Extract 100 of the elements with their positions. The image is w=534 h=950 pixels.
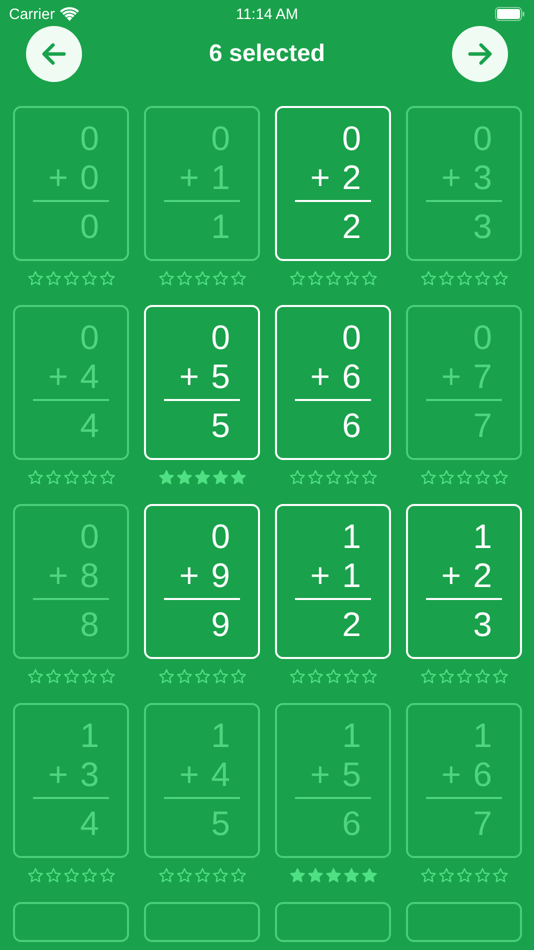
star-icon xyxy=(360,867,378,884)
star-icon xyxy=(62,668,80,685)
star-icon xyxy=(44,270,62,287)
star-icon xyxy=(212,867,228,884)
star-icon xyxy=(176,867,192,884)
star-icon xyxy=(212,270,228,287)
star-icon xyxy=(288,668,306,685)
operator: + xyxy=(310,358,330,397)
answer-number: 3 xyxy=(472,606,493,645)
star-icon xyxy=(324,469,342,486)
carrier-label: Carrier xyxy=(9,6,55,22)
star-icon xyxy=(212,469,228,486)
answer-number: 2 xyxy=(341,606,362,645)
star-icon xyxy=(420,867,436,884)
star-icon xyxy=(306,270,324,287)
top-number: 1 xyxy=(341,518,362,557)
star-icon xyxy=(158,867,174,884)
star-icon xyxy=(44,469,62,486)
star-icon xyxy=(306,668,324,685)
star-icon xyxy=(342,469,360,486)
wifi-icon xyxy=(60,7,79,21)
star-icon xyxy=(158,469,174,486)
star-icon xyxy=(288,270,306,287)
star-icon xyxy=(98,867,116,884)
operator: + xyxy=(48,159,68,198)
operator: + xyxy=(441,756,462,795)
flash-card[interactable]: 1 + 1 2 xyxy=(275,504,391,659)
flash-card[interactable]: 0 + 5 5 xyxy=(144,305,260,460)
star-icon xyxy=(288,867,306,884)
star-icon xyxy=(420,668,436,685)
flash-card[interactable] xyxy=(275,902,391,942)
flash-card[interactable] xyxy=(13,902,129,942)
star-icon xyxy=(194,270,210,287)
star-icon xyxy=(360,668,378,685)
flash-card[interactable] xyxy=(406,902,522,942)
star-icon xyxy=(474,270,490,287)
flash-card[interactable]: 0 + 6 6 xyxy=(275,305,391,460)
star-icon xyxy=(360,270,378,287)
operator: + xyxy=(179,159,200,198)
star-icon xyxy=(456,270,472,287)
star-icon xyxy=(212,668,228,685)
star-icon xyxy=(438,270,454,287)
star-icon xyxy=(230,867,246,884)
star-icon xyxy=(26,668,44,685)
star-icon xyxy=(420,270,436,287)
star-icon xyxy=(176,270,192,287)
flash-card[interactable] xyxy=(144,902,260,942)
star-icon xyxy=(26,469,44,486)
star-icon xyxy=(230,270,246,287)
star-icon xyxy=(44,668,62,685)
battery-icon xyxy=(495,7,525,21)
flash-card[interactable]: 1 + 2 3 xyxy=(406,504,522,659)
star-icon xyxy=(176,668,192,685)
star-icon xyxy=(230,668,246,685)
star-icon xyxy=(492,668,508,685)
operator: + xyxy=(179,756,200,795)
star-icon xyxy=(474,867,490,884)
bottom-number: 6 xyxy=(342,358,361,397)
top-number: 0 xyxy=(341,319,362,358)
star-icon xyxy=(306,469,324,486)
flash-card[interactable]: 0 + 2 2 xyxy=(275,106,391,261)
operator: + xyxy=(441,557,462,596)
status-time: 11:14 AM xyxy=(236,6,298,22)
star-icon xyxy=(360,469,378,486)
star-icon xyxy=(98,668,116,685)
operator: + xyxy=(310,159,330,198)
star-icon xyxy=(438,469,454,486)
star-icon xyxy=(176,469,192,486)
bottom-number: 2 xyxy=(342,159,361,198)
star-icon xyxy=(492,469,508,486)
answer-number: 9 xyxy=(210,606,231,645)
bottom-number: 1 xyxy=(342,557,361,596)
star-icon xyxy=(80,270,98,287)
operator: + xyxy=(179,557,200,596)
star-icon xyxy=(230,469,246,486)
answer-number: 2 xyxy=(341,208,362,247)
star-icon xyxy=(194,867,210,884)
star-icon xyxy=(342,867,360,884)
star-icon xyxy=(474,668,490,685)
star-icon xyxy=(306,867,324,884)
star-icon xyxy=(98,270,116,287)
answer-number: 5 xyxy=(210,407,231,446)
star-icon xyxy=(158,270,174,287)
top-number: 0 xyxy=(341,120,362,159)
top-number: 0 xyxy=(210,518,231,557)
star-icon xyxy=(324,668,342,685)
star-icon xyxy=(26,270,44,287)
flash-card[interactable]: 0 + 9 9 xyxy=(144,504,260,659)
top-number: 0 xyxy=(210,319,231,358)
star-icon xyxy=(288,469,306,486)
star-icon xyxy=(438,867,454,884)
answer-number: 6 xyxy=(341,407,362,446)
star-icon xyxy=(492,867,508,884)
star-icon xyxy=(62,867,80,884)
bottom-number: 2 xyxy=(473,557,492,596)
star-icon xyxy=(44,867,62,884)
star-icon xyxy=(194,668,210,685)
bottom-number: 9 xyxy=(211,557,230,596)
operator: + xyxy=(48,557,68,596)
operator: + xyxy=(310,756,330,795)
